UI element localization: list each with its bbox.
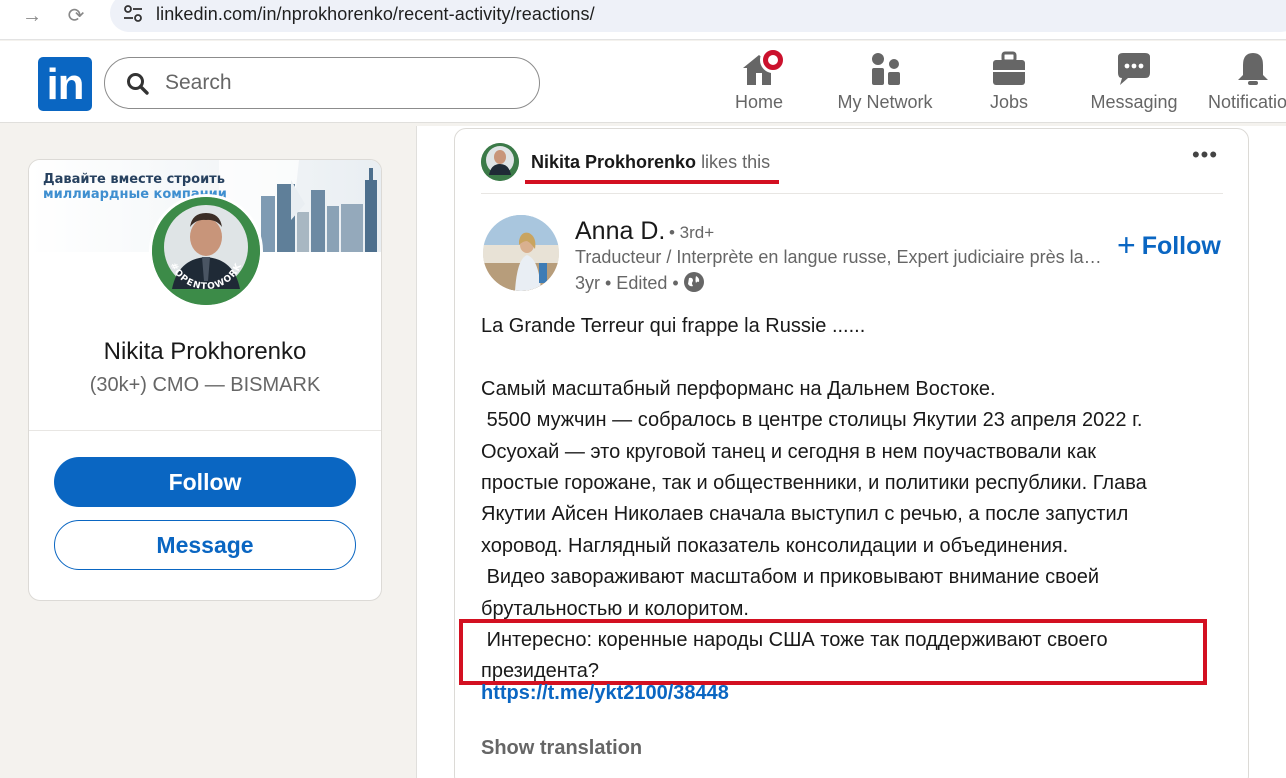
nav-label: Home	[734, 92, 783, 112]
nav-label: Messaging	[1090, 92, 1178, 112]
author-headline: Traducteur / Interprète en langue russe,…	[575, 247, 1105, 267]
nav-home[interactable]: Home	[722, 47, 796, 115]
avatar-photo	[483, 215, 559, 291]
browser-toolbar: → ⟳ linkedin.com/in/nprokhorenko/recent-…	[0, 0, 1286, 40]
post-timestamp: 3yr • Edited •	[575, 273, 684, 293]
activity-header: Nikita Prokhorenko likes this	[531, 152, 770, 173]
messaging-icon	[1118, 53, 1150, 85]
post-meta: 3yr • Edited •	[575, 272, 704, 294]
linkedin-global-nav: in Home My Network Jobs	[0, 41, 1286, 123]
profile-headline: (30k+) CMO — BISMARK	[89, 374, 321, 396]
message-button[interactable]: Message	[54, 520, 356, 570]
search-icon	[127, 73, 149, 95]
follow-author-button[interactable]: + Follow	[1117, 225, 1221, 263]
banner-text: Давайте вместе строить	[43, 172, 225, 187]
nav-my-network[interactable]: My Network	[830, 51, 940, 115]
profile-card: Давайте вместе строить миллиардные компа…	[28, 159, 382, 601]
nav-jobs[interactable]: Jobs	[980, 51, 1038, 115]
show-translation-button[interactable]: Show translation	[481, 737, 642, 760]
follow-button[interactable]: Follow	[54, 457, 356, 507]
search-box[interactable]	[104, 57, 540, 109]
nav-label: Jobs	[989, 92, 1029, 112]
notification-badge	[760, 47, 786, 73]
search-input[interactable]	[165, 68, 525, 98]
connection-degree: • 3rd+	[669, 223, 715, 242]
follow-label: Follow	[1141, 232, 1221, 260]
profile-name[interactable]: Nikita Prokhorenko	[29, 338, 381, 366]
url-text[interactable]: linkedin.com/in/nprokhorenko/recent-acti…	[156, 4, 595, 25]
globe-icon	[683, 272, 704, 292]
avatar-photo	[481, 143, 519, 181]
bell-icon	[1238, 53, 1268, 85]
nav-messaging[interactable]: Messaging	[1084, 51, 1184, 115]
highlight-underline	[525, 180, 779, 184]
actor-action: likes this	[701, 152, 771, 172]
nav-notifications[interactable]: Notifications	[1206, 51, 1286, 115]
nav-label: Notifications	[1208, 92, 1286, 112]
profile-avatar[interactable]: #OPENTOWORK	[149, 194, 263, 308]
forward-arrow-icon[interactable]: →	[20, 4, 44, 28]
author-name[interactable]: Anna D.	[575, 217, 665, 246]
highlight-box	[459, 619, 1207, 685]
network-icon	[872, 53, 900, 85]
author-avatar[interactable]	[483, 215, 559, 291]
divider	[481, 193, 1223, 194]
reload-icon[interactable]: ⟳	[64, 4, 88, 28]
linkedin-logo-icon[interactable]: in	[38, 57, 92, 111]
nav-label: My Network	[837, 92, 933, 112]
briefcase-icon	[993, 51, 1025, 85]
site-settings-icon[interactable]	[122, 4, 144, 24]
post-card: Nikita Prokhorenko likes this ••• Anna D…	[454, 128, 1249, 778]
avatar-photo: #OPENTOWORK	[152, 197, 260, 305]
more-options-icon[interactable]: •••	[1189, 144, 1221, 169]
post-link[interactable]: https://t.me/ykt2100/38448	[481, 682, 729, 705]
actor-avatar[interactable]	[481, 143, 519, 181]
divider	[29, 430, 381, 431]
plus-icon: +	[1117, 227, 1136, 263]
actor-name[interactable]: Nikita Prokhorenko	[531, 152, 696, 172]
